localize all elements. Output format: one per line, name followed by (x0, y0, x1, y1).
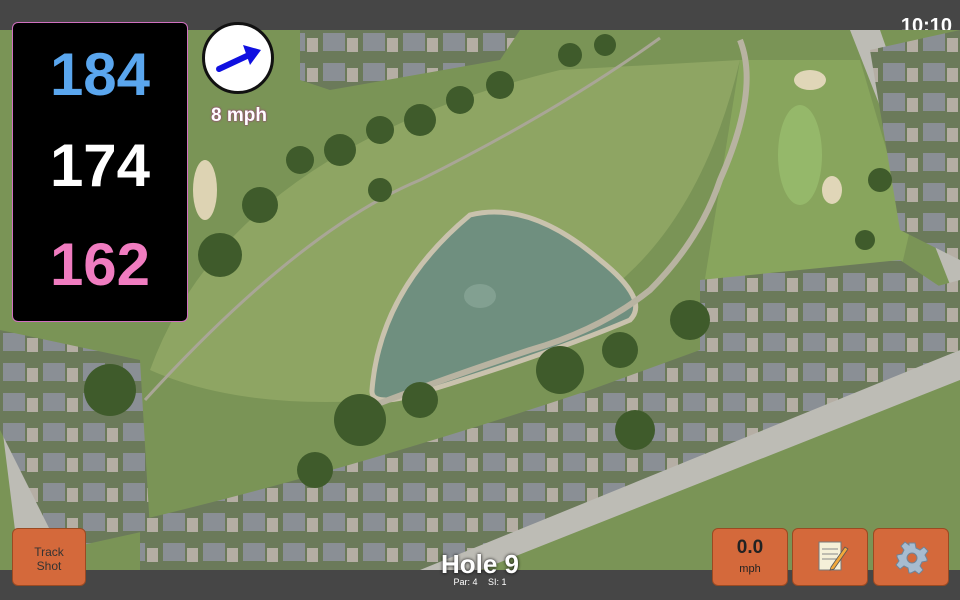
distance-back: 184 (49, 41, 151, 108)
speed-unit: mph (739, 563, 761, 575)
gear-icon (895, 541, 929, 575)
hole-stroke-index: SI: 1 (488, 577, 507, 587)
track-shot-label-line2: Shot (36, 559, 62, 573)
speed-button[interactable]: 0.0 mph (712, 528, 788, 586)
wind-direction-arrow-icon (216, 45, 261, 72)
track-shot-button[interactable]: Track Shot (12, 528, 86, 586)
speed-value: 0.0 (736, 537, 764, 558)
settings-button[interactable] (873, 528, 949, 586)
hole-info: Par: 4 SI: 1 (380, 577, 580, 587)
distance-front: 162 (49, 231, 151, 298)
distance-middle: 174 (49, 132, 151, 199)
wind-speed: 8 mph (211, 105, 267, 126)
notepad-icon (818, 541, 849, 571)
hole-par: Par: 4 (453, 577, 478, 587)
notes-button[interactable] (792, 528, 868, 586)
distance-panel: 184 174 162 (12, 22, 188, 322)
hole-title: Hole 9 (440, 549, 520, 579)
track-shot-label-line1: Track (34, 545, 64, 559)
wind-indicator (202, 22, 274, 94)
